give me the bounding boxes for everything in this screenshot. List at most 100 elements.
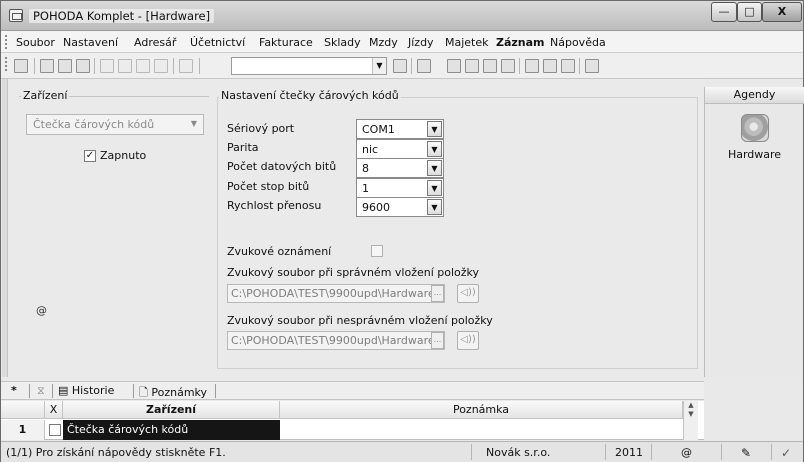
status-bar: (1/1) Pro získání nápovědy stiskněte F1.…	[1, 441, 803, 462]
pohoda-app-icon	[9, 9, 23, 22]
table-scrollbar[interactable]: ▲ ▼	[683, 401, 698, 440]
sound-bad-play-button[interactable]: ◁))	[457, 331, 479, 350]
minimize-button[interactable]: —	[711, 2, 737, 22]
form-icon[interactable]	[525, 59, 539, 73]
tab-historie[interactable]: ▤ Historie	[58, 384, 114, 397]
table-row-number[interactable]: 1	[1, 420, 45, 440]
device-select[interactable]: Čtečka čárových kódů ▼	[26, 114, 204, 135]
serial-port-select[interactable]: COM1 ▼	[356, 119, 444, 139]
chevron-down-icon[interactable]: ▼	[372, 58, 386, 74]
column-header-x[interactable]: X	[45, 401, 63, 419]
paste-icon[interactable]	[179, 59, 193, 73]
data-bits-select[interactable]: 8 ▼	[356, 158, 444, 178]
parity-label: Parita	[227, 141, 259, 154]
report-icon[interactable]	[561, 59, 575, 73]
enabled-checkbox[interactable]: ✓	[84, 150, 96, 162]
status-separator	[605, 444, 606, 460]
chevron-down-icon[interactable]: ▼	[427, 160, 442, 176]
baud-rate-label: Rychlost přenosu	[227, 199, 322, 212]
menu-majetek[interactable]: Majetek	[445, 36, 489, 49]
tab-separator	[52, 384, 53, 398]
filter-tab-icon[interactable]: ⧖	[37, 384, 45, 398]
tab-separator	[133, 384, 134, 398]
sound-ok-browse-button[interactable]: ...	[431, 285, 444, 302]
table-icon[interactable]	[465, 59, 479, 73]
tab-historie-label: Historie	[71, 384, 115, 397]
menu-nastaveni[interactable]: Nastavení	[63, 36, 118, 49]
save-all-icon[interactable]	[154, 59, 168, 73]
sound-bad-path-input[interactable]: C:\POHODA\TEST\9900upd\Hardware\St	[227, 331, 445, 350]
quick-search-combo[interactable]: ▼	[231, 57, 387, 75]
table-row-note[interactable]	[280, 420, 683, 440]
window-icon[interactable]	[417, 59, 431, 73]
title-bar: POHODA Komplet - [Hardware] — □ X	[1, 1, 803, 31]
sound-notify-checkbox[interactable]	[371, 245, 383, 257]
parity-value: nic	[362, 143, 379, 156]
serial-port-label: Sériový port	[227, 122, 295, 135]
chevron-down-icon: ▼	[190, 119, 197, 128]
save-icon[interactable]	[136, 59, 150, 73]
at-sign-marker: @	[36, 304, 47, 317]
menu-napoveda[interactable]: Nápověda	[550, 36, 606, 49]
chevron-down-icon[interactable]: ▼	[427, 180, 442, 196]
list-icon[interactable]	[543, 59, 557, 73]
table-row-checkbox[interactable]	[49, 424, 61, 436]
menu-ucetnictvi[interactable]: Účetnictví	[190, 36, 245, 49]
toolbar-separator	[579, 58, 580, 74]
close-button[interactable]: X	[762, 2, 802, 22]
toolbar-separator	[199, 58, 200, 74]
check-circle-icon[interactable]: ✓	[781, 446, 791, 460]
menu-adresar[interactable]: Adresář	[134, 36, 176, 49]
column-header-note[interactable]: Poznámka	[280, 401, 683, 419]
baud-rate-select[interactable]: 9600 ▼	[356, 197, 444, 217]
menu-fakturace[interactable]: Fakturace	[259, 36, 313, 49]
chevron-down-icon[interactable]: ▼	[427, 199, 442, 215]
status-year: 2011	[615, 446, 643, 459]
menu-sklady[interactable]: Sklady	[324, 36, 361, 49]
new-record-icon[interactable]	[100, 59, 114, 73]
open-agenda-icon[interactable]	[14, 59, 28, 73]
stop-bits-select[interactable]: 1 ▼	[356, 178, 444, 198]
column-header-device[interactable]: Zařízení	[63, 401, 280, 419]
preview-icon[interactable]	[76, 59, 90, 73]
table-row-device[interactable]: Čtečka čárových kódů	[63, 420, 280, 440]
sound-ok-label: Zvukový soubor při správném vložení polo…	[227, 266, 480, 279]
sound-ok-play-button[interactable]: ◁))	[457, 284, 479, 303]
status-separator	[471, 444, 472, 460]
maximize-button[interactable]: □	[737, 2, 762, 22]
status-at: @	[681, 446, 692, 459]
device-group-title: Zařízení	[21, 89, 70, 102]
filter-icon[interactable]	[393, 59, 407, 73]
window-title: POHODA Komplet - [Hardware]	[29, 9, 215, 23]
sound-ok-path-input[interactable]: C:\POHODA\TEST\9900upd\Hardware\St	[227, 284, 445, 303]
pen-icon[interactable]: ✎	[741, 446, 751, 460]
print-icon[interactable]	[58, 59, 72, 73]
menu-soubor[interactable]: Soubor	[16, 36, 55, 49]
sound-bad-browse-button[interactable]: ...	[431, 332, 444, 349]
link-icon[interactable]	[447, 59, 461, 73]
tab-separator	[29, 384, 30, 398]
hardware-gears-icon[interactable]	[741, 114, 769, 142]
toolbar-grip-icon	[5, 57, 8, 71]
status-separator	[721, 444, 722, 460]
parity-select[interactable]: nic ▼	[356, 139, 444, 159]
edit-record-icon[interactable]	[118, 59, 132, 73]
help-icon[interactable]	[585, 59, 599, 73]
chevron-down-icon[interactable]: ▼	[427, 141, 442, 157]
agendy-hardware-label[interactable]: Hardware	[705, 148, 804, 161]
status-separator	[771, 444, 772, 460]
menu-mzdy[interactable]: Mzdy	[369, 36, 398, 49]
stop-bits-label: Počet stop bitů	[227, 180, 310, 193]
chevron-down-icon[interactable]: ▼	[427, 121, 442, 137]
calculator-icon[interactable]	[483, 59, 497, 73]
menu-jizdy[interactable]: Jízdy	[408, 36, 434, 49]
menu-zaznam[interactable]: Záznam	[496, 36, 545, 49]
sound-bad-label: Zvukový soubor při nesprávném vložení po…	[227, 314, 493, 327]
users-icon[interactable]	[501, 59, 515, 73]
toolbar-separator	[173, 58, 174, 74]
agendy-panel: Agendy Hardware	[704, 87, 804, 377]
tab-star[interactable]: *	[11, 384, 17, 397]
copy-icon[interactable]	[40, 59, 54, 73]
data-bits-value: 8	[362, 162, 369, 175]
row-header-corner	[1, 401, 45, 419]
